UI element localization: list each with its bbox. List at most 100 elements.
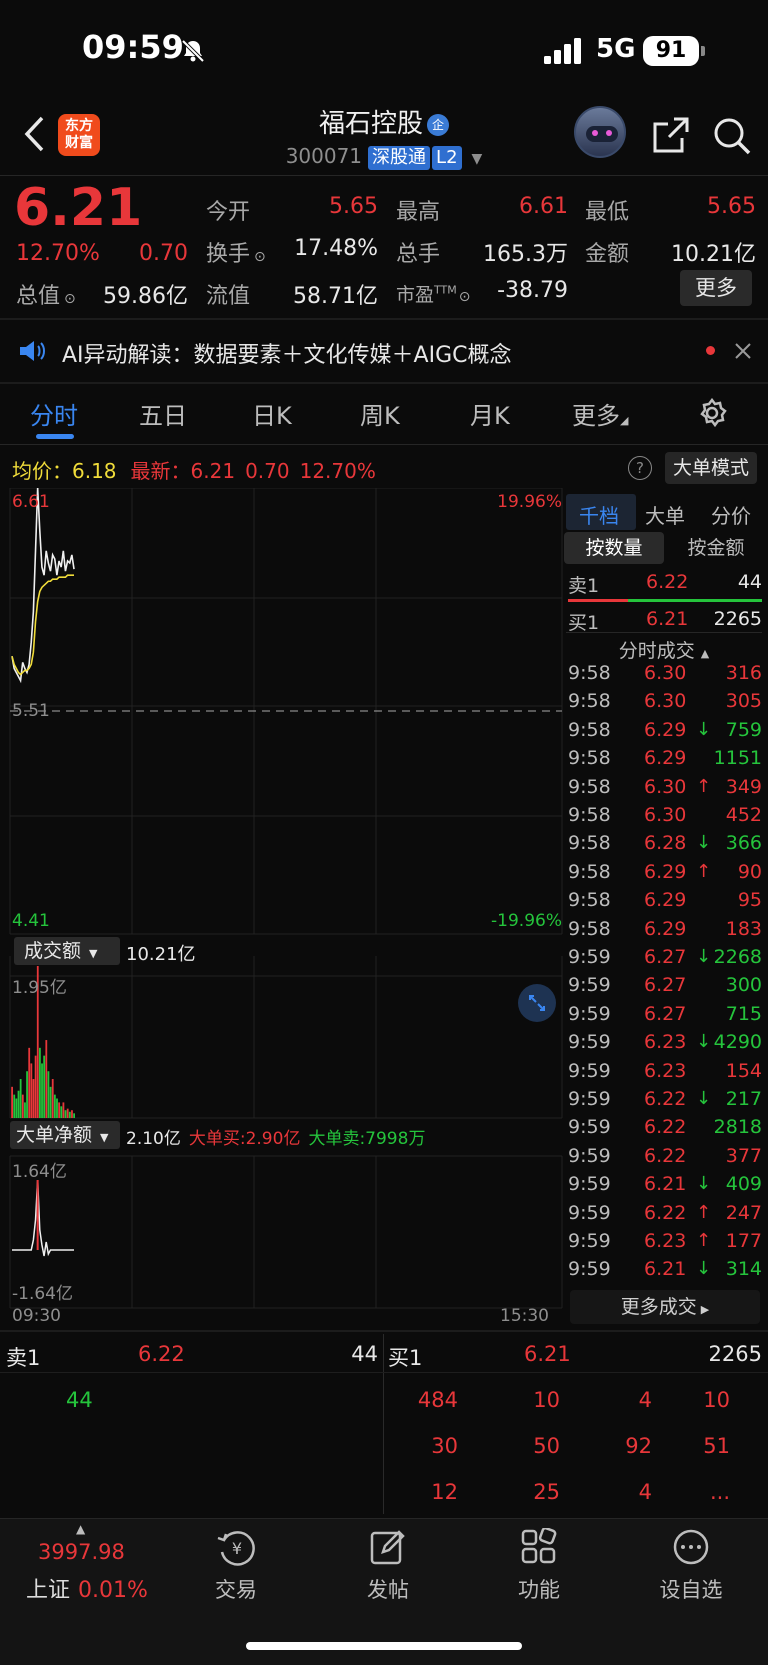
close-icon[interactable]	[734, 342, 752, 360]
sell-queue-order: 44	[66, 1388, 93, 1412]
buy-queue-order: 30	[431, 1434, 458, 1458]
chart-bottom-price: 4.41	[12, 911, 50, 931]
unread-dot	[706, 346, 715, 355]
app-root: { "status":{"time":"09:59","network":"5G…	[0, 0, 768, 1665]
amount-value: 10.21亿	[671, 242, 756, 267]
ai-assistant-avatar[interactable]	[574, 106, 626, 158]
nav-post[interactable]: 发帖	[338, 1574, 438, 1604]
chevron-down-icon: ▼	[471, 151, 483, 167]
rp-sell1-price: 6.22	[646, 571, 689, 593]
buy-queue-order: 50	[533, 1434, 560, 1458]
volume-bar	[49, 1086, 52, 1118]
rp-buy1-label: 买1	[568, 612, 600, 634]
ai-banner-text[interactable]: AI异动解读：数据要素＋文化传媒＋AIGC概念	[62, 337, 512, 369]
trades-title[interactable]: 分时成交 ▲	[566, 636, 762, 663]
mktcap-label: 总值 ⊙	[16, 284, 76, 309]
depth-sell-label: 卖1	[6, 1346, 41, 1370]
watchlist-more-icon[interactable]	[672, 1528, 710, 1566]
trade-row: 9:59 6.22 ↓ 217	[568, 1088, 762, 1110]
chart-start-time: 09:30	[12, 1306, 61, 1326]
buy-queue-order: 484	[417, 1388, 458, 1412]
change-percent: 12.70%	[16, 241, 100, 266]
index-line[interactable]: 上证 0.01%	[26, 1572, 148, 1604]
net-indicator-select[interactable]: 大单净额 ▼	[10, 1121, 120, 1149]
more-trades-button[interactable]: 更多成交 ▶	[570, 1290, 760, 1324]
tab-more[interactable]: 更多◢	[572, 396, 628, 431]
enterprise-badge: 企	[427, 113, 449, 136]
buy-queue-order: ...	[709, 1480, 730, 1504]
volume-bar	[41, 1063, 43, 1118]
tab-weekly-k[interactable]: 周K	[360, 396, 400, 431]
buy-queue-order: 4	[638, 1388, 652, 1412]
rp-sell1-label: 卖1	[568, 575, 600, 597]
volume-bar	[24, 1102, 26, 1118]
info-dots-icon: ⊙	[458, 289, 471, 305]
buy-queue-order: 51	[703, 1434, 730, 1458]
volume-bar	[71, 1110, 73, 1118]
volume-bar	[68, 1111, 71, 1118]
tab-five-day[interactable]: 五日	[139, 396, 187, 431]
trade-row: 9:59 6.27 300	[568, 974, 762, 997]
seg-by-quantity[interactable]: 按数量	[564, 532, 664, 564]
volume-indicator-select[interactable]: 成交额 ▼	[14, 937, 120, 965]
amount-label: 金额	[585, 242, 630, 267]
index-value[interactable]: 3997.98	[38, 1540, 125, 1564]
edit-post-icon[interactable]	[369, 1528, 407, 1566]
open-value: 5.65	[329, 194, 378, 219]
rp-tab-order-book[interactable]: 千档	[579, 500, 619, 529]
rp-tab-big-orders[interactable]: 大单	[645, 500, 685, 529]
high-label: 最高	[396, 200, 441, 225]
intraday-chart[interactable]	[0, 488, 564, 1318]
nav-watchlist[interactable]: 设自选	[641, 1574, 741, 1604]
trade-row: 9:58 6.30 305	[568, 690, 762, 713]
trade-row: 9:59 6.23 ↑ 177	[568, 1230, 762, 1252]
trade-row: 9:58 6.28 ↓ 366	[568, 832, 762, 855]
avg-price-line	[11, 574, 74, 676]
price-line	[11, 488, 75, 684]
depth-buy-label: 买1	[388, 1346, 423, 1370]
trade-row: 9:59 6.21 ↓ 314	[568, 1258, 762, 1281]
chevron-right-icon: ▶	[700, 1303, 710, 1316]
help-icon[interactable]: ?	[628, 456, 652, 480]
net-max: 1.64亿	[12, 1162, 67, 1182]
buy-queue-order: 10	[533, 1388, 560, 1412]
trade-row: 9:59 6.22 2818	[568, 1116, 762, 1139]
current-price: 6.21	[14, 178, 143, 238]
volume-bar	[73, 1113, 75, 1118]
ratio-bar-sell	[568, 599, 628, 602]
nav-function[interactable]: 功能	[489, 1574, 589, 1604]
nav-trade[interactable]: 交易	[186, 1574, 286, 1604]
seg-by-amount[interactable]: 按金额	[668, 532, 764, 564]
chart-bottom-pct: -19.96%	[491, 911, 562, 931]
volume-bar	[64, 1110, 67, 1118]
price-info-line: 均价：6.18 最新：6.21 0.70 12.70%	[12, 459, 376, 483]
rp-tab-price-dist[interactable]: 分价	[711, 500, 751, 529]
buy-queue-order: 4	[638, 1480, 652, 1504]
tab-intraday[interactable]: 分时	[30, 396, 78, 431]
volume-bar	[13, 1094, 16, 1118]
trade-row: 9:59 6.23 154	[568, 1059, 762, 1082]
low-value: 5.65	[707, 194, 756, 219]
volume-bar	[45, 1040, 48, 1118]
share-icon[interactable]	[652, 116, 690, 154]
trade-icon[interactable]: ¥	[216, 1528, 258, 1568]
volume-bar	[53, 1094, 56, 1118]
tab-monthly-k[interactable]: 月K	[470, 396, 510, 431]
function-grid-icon[interactable]	[520, 1528, 558, 1566]
expand-icon[interactable]	[518, 984, 556, 1022]
index-up-caret-icon: ▲	[76, 1522, 86, 1536]
big-order-mode-button[interactable]: 大单模式	[665, 452, 757, 484]
more-quote-button[interactable]: 更多	[680, 270, 752, 306]
sort-up-icon: ▲	[700, 647, 710, 660]
search-icon[interactable]	[712, 116, 752, 156]
buy-queue-order: 10	[703, 1388, 730, 1412]
info-dots-icon: ⊙	[254, 249, 266, 265]
chart-top-pct: 19.96%	[497, 492, 562, 512]
gear-icon[interactable]	[697, 398, 727, 428]
info-dots-icon: ⊙	[64, 291, 76, 307]
tab-daily-k[interactable]: 日K	[252, 396, 292, 431]
volume-total: 10.21亿	[126, 944, 196, 965]
home-indicator[interactable]	[246, 1642, 522, 1650]
bell-muted-icon	[181, 39, 205, 63]
volume-bar	[66, 1108, 69, 1118]
